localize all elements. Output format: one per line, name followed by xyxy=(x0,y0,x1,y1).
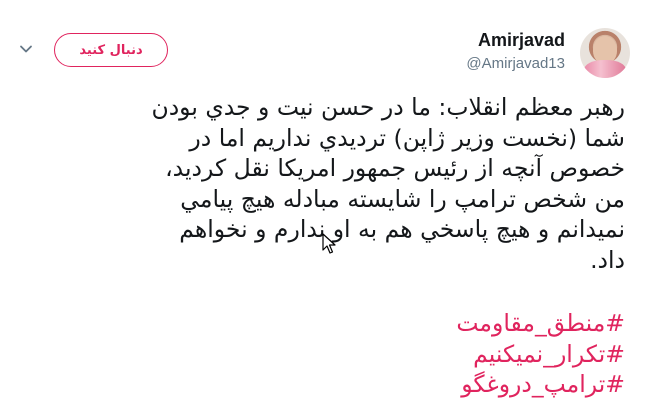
tweet-text-line: من شخص ترامپ را شایسته مبادله هیچ پیامي xyxy=(180,184,625,213)
tweet-text-line: رهبر معظم انقلاب: ما در حسن نیت و جدي بو… xyxy=(151,93,625,121)
hashtag-link[interactable]: #ترامپ_دروغگو xyxy=(456,369,625,400)
hashtag-link[interactable]: #تکرار_نمیکنیم xyxy=(456,339,625,370)
author-name[interactable]: Amirjavad xyxy=(478,30,565,51)
avatar[interactable] xyxy=(580,28,630,78)
tweet-text-line: نميدانم و هیچ پاسخي هم به او ندارم و نخو… xyxy=(179,215,625,243)
follow-button[interactable]: دنبال کنید xyxy=(54,33,168,67)
tweet-text: رهبر معظم انقلاب: ما در حسن نیت و جدي بو… xyxy=(14,92,625,275)
avatar-shirt xyxy=(584,60,626,78)
hashtag-list: #منطق_مقاومت #تکرار_نمیکنیم #ترامپ_دروغگ… xyxy=(456,308,625,400)
author-handle[interactable]: @Amirjavad13 xyxy=(466,55,565,72)
chevron-down-icon[interactable] xyxy=(17,40,35,58)
tweet-card: Amirjavad @Amirjavad13 دنبال کنید رهبر م… xyxy=(0,0,645,417)
tweet-text-line: خصوص آنچه از رئیس جمهور امریکا نقل کردید… xyxy=(165,154,625,182)
hashtag-link[interactable]: #منطق_مقاومت xyxy=(456,308,625,339)
tweet-text-line: داد. xyxy=(590,245,625,274)
tweet-text-line: شما (نخست وزیر ژاپن) تردیدي نداریم اما د… xyxy=(189,123,625,152)
